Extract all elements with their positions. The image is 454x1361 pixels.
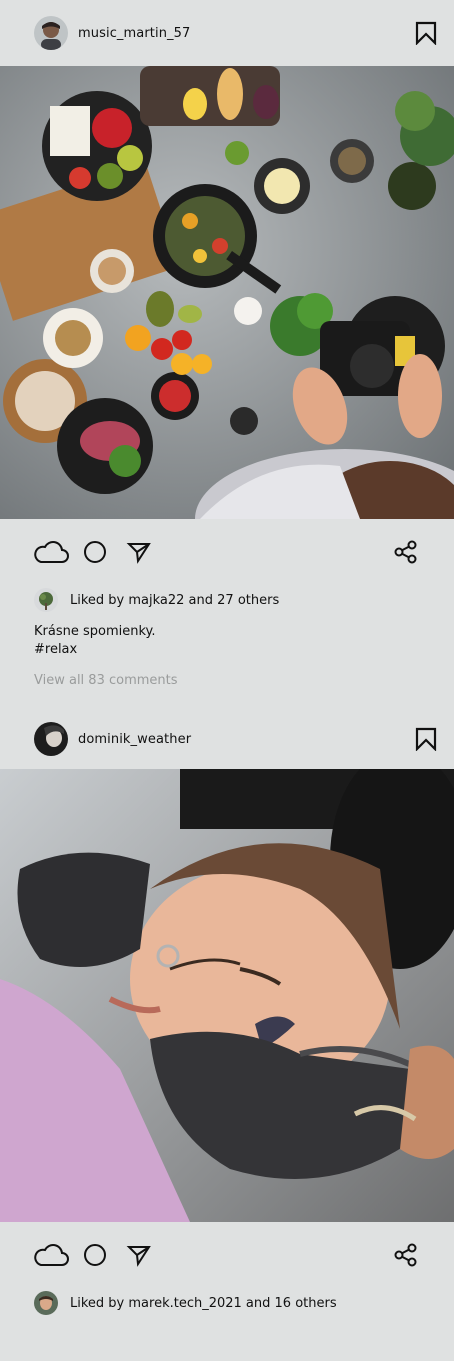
liked-by-text[interactable]: Liked by marek.tech_2021 and 16 others [70, 1296, 337, 1311]
bookmark-icon[interactable] [412, 725, 440, 753]
avatar[interactable] [34, 1291, 58, 1315]
cloud-icon[interactable] [33, 1237, 69, 1273]
circle-icon[interactable] [77, 534, 113, 570]
share-icon[interactable] [388, 1237, 424, 1273]
circle-icon[interactable] [77, 1237, 113, 1273]
avatar[interactable] [34, 722, 68, 756]
share-icon[interactable] [388, 534, 424, 570]
post-image[interactable] [0, 769, 454, 1222]
post-actions [0, 1222, 454, 1288]
post-2: dominik_weather Liked by marek.tech_2021… [0, 709, 454, 1318]
username[interactable]: dominik_weather [78, 732, 191, 747]
send-icon[interactable] [121, 534, 157, 570]
post-header: dominik_weather [0, 709, 454, 769]
cloud-icon[interactable] [33, 534, 69, 570]
post-image[interactable] [0, 66, 454, 519]
caption-text: Krásne spomienky. [34, 624, 156, 639]
send-icon[interactable] [121, 1237, 157, 1273]
avatar[interactable] [34, 16, 68, 50]
avatar[interactable] [34, 588, 58, 612]
post-header: music_martin_57 [0, 0, 454, 66]
post-1: music_martin_57 Liked by majka22 and 27 … [0, 0, 454, 688]
liked-by-text[interactable]: Liked by majka22 and 27 others [70, 593, 279, 608]
likes-row: Liked by majka22 and 27 others [0, 585, 454, 615]
likes-row: Liked by marek.tech_2021 and 16 others [0, 1288, 454, 1318]
bookmark-icon[interactable] [412, 19, 440, 47]
view-comments-link[interactable]: View all 83 comments [0, 673, 454, 688]
caption-hashtag[interactable]: #relax [34, 641, 454, 659]
caption: Krásne spomienky. #relax [0, 623, 454, 659]
post-actions [0, 519, 454, 585]
username[interactable]: music_martin_57 [78, 26, 190, 41]
